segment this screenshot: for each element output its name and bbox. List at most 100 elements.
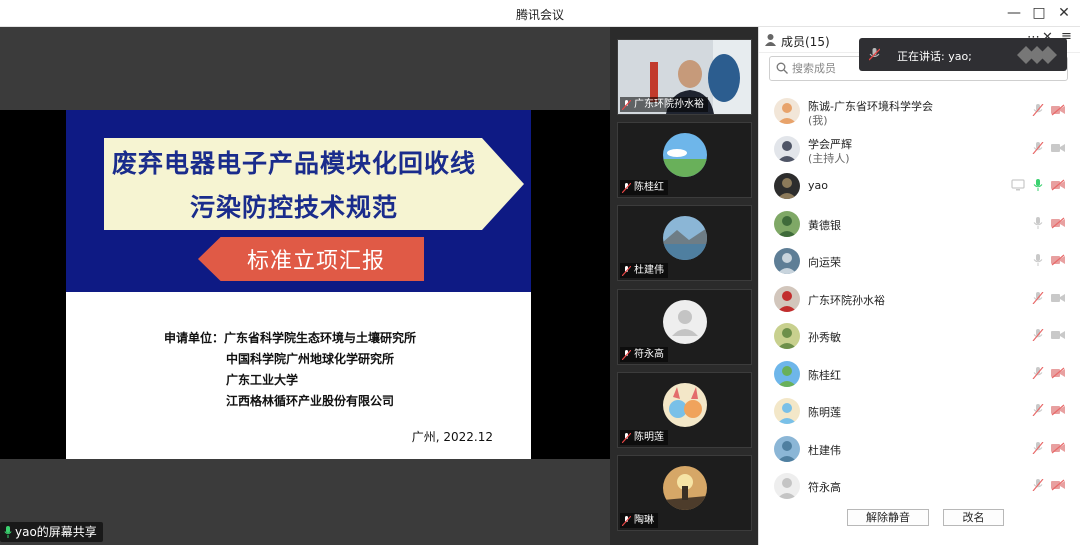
member-row[interactable]: 孙秀敏 (759, 317, 1080, 353)
search-icon (776, 62, 788, 74)
mic-muted-icon[interactable] (1031, 329, 1045, 341)
camera-off-icon[interactable] (1051, 179, 1065, 191)
maximize-icon[interactable]: □ (1029, 4, 1049, 22)
thumbnail-label: 陈桂红 (620, 180, 668, 195)
speaking-text: 正在讲话: yao; (897, 50, 972, 63)
applicant-item: 江西格林循环产业股份有限公司 (226, 394, 395, 408)
thumbnail-name: 陶琳 (634, 515, 654, 526)
member-name: 孙秀敏 (808, 331, 841, 344)
thumbnail-name: 符永高 (634, 349, 664, 360)
mic-muted-icon[interactable] (1031, 441, 1045, 454)
thumbnail-name: 杜建伟 (634, 265, 664, 276)
member-name: 陈明莲 (808, 406, 841, 419)
thumbnail-name: 陈明莲 (634, 432, 664, 443)
avatar (663, 383, 707, 427)
member-name: 向运荣 (808, 256, 841, 269)
thumbnail-name: 广东环院孙水裕 (634, 99, 704, 110)
rename-button[interactable]: 改名 (943, 509, 1004, 526)
avatar (774, 398, 800, 424)
avatar (774, 248, 800, 274)
camera-icon[interactable] (1051, 329, 1065, 341)
applicant-item: 广东省科学院生态环境与土壤研究所 (224, 331, 417, 345)
mic-muted-icon[interactable] (1031, 141, 1045, 154)
close-icon[interactable]: ✕ (1054, 4, 1074, 22)
applicant-list: 申请单位：广东省科学院生态环境与土壤研究所 中国科学院广州地球化学研究所 广东工… (164, 328, 416, 412)
member-row[interactable]: 符永高 (759, 467, 1080, 503)
avatar (774, 473, 800, 499)
member-name: 黄德银 (808, 218, 841, 232)
member-role: (主持人) (808, 151, 850, 165)
microphone-icon[interactable] (1031, 216, 1045, 229)
camera-off-icon[interactable] (1051, 217, 1065, 229)
thumbnail-name: 陈桂红 (634, 182, 664, 193)
camera-off-icon[interactable] (1051, 442, 1065, 454)
member-row[interactable]: 陈诚-广东省环境科学学会 (我) (759, 92, 1080, 128)
avatar (663, 216, 707, 260)
member-row[interactable]: 黄德银 (759, 205, 1080, 241)
person-icon (765, 34, 776, 46)
video-thumbnail[interactable]: 陈明莲 (617, 372, 752, 448)
mic-muted-icon[interactable] (1031, 291, 1045, 304)
avatar (774, 135, 800, 162)
member-row[interactable]: 广东环院孙水裕 (759, 280, 1080, 316)
member-row[interactable]: 陈明莲 (759, 392, 1080, 428)
unmute-button[interactable]: 解除静音 (847, 509, 929, 526)
member-row[interactable]: yao (759, 167, 1080, 203)
video-thumbnail[interactable]: 陶琳 (617, 455, 752, 531)
thumbnail-label: 广东环院孙水裕 (620, 97, 708, 112)
members-title: 成员(15) (781, 35, 830, 49)
video-mosaic-icon (1017, 46, 1057, 64)
member-name: yao (808, 179, 828, 192)
video-thumbnail[interactable]: 广东环院孙水裕 (617, 39, 752, 115)
mic-muted-icon[interactable] (1031, 366, 1045, 379)
screen-share-icon (1011, 179, 1025, 191)
member-row[interactable]: 杜建伟 (759, 430, 1080, 466)
screen-share-badge: yao的屏幕共享 (0, 522, 103, 542)
slide-date: 广州, 2022.12 (411, 430, 493, 444)
camera-off-icon[interactable] (1051, 404, 1065, 416)
member-role: (我) (808, 114, 828, 127)
mic-muted-icon (869, 48, 880, 61)
avatar (774, 173, 800, 199)
applicant-label: 申请单位： (164, 331, 225, 345)
minimize-icon[interactable]: — (1004, 4, 1024, 22)
member-row[interactable]: 向运荣 (759, 242, 1080, 278)
mic-muted-icon[interactable] (1031, 404, 1045, 416)
slide-subtitle: 标准立项汇报 (246, 249, 385, 274)
speaking-indicator: 正在讲话: yao; (859, 38, 1067, 71)
presentation-slide: 废弃电器电子产品模块化回收线 污染防控技术规范 标准立项汇报 申请单位：广东省科… (66, 110, 531, 459)
camera-off-icon[interactable] (1051, 254, 1065, 266)
video-thumbnail-column[interactable]: 广东环院孙水裕 陈桂红 杜建伟 符永高 陈明莲 陶琳 (610, 27, 758, 545)
thumbnail-label: 陈明莲 (620, 430, 668, 445)
avatar (774, 98, 800, 124)
member-name: 杜建伟 (808, 443, 841, 457)
thumbnail-label: 符永高 (620, 347, 668, 362)
camera-icon[interactable] (1051, 292, 1065, 304)
microphone-icon[interactable] (1031, 254, 1045, 266)
avatar (663, 133, 707, 177)
member-row[interactable]: 陈桂红 (759, 355, 1080, 391)
shared-screen-area[interactable]: 废弃电器电子产品模块化回收线 污染防控技术规范 标准立项汇报 申请单位：广东省科… (0, 27, 610, 545)
avatar (774, 360, 800, 387)
mic-muted-icon[interactable] (1031, 479, 1045, 491)
members-panel: 成员(15) ⋯ ✕ ≡ 陈诚-广东省环境科学学会(我)学会严辉(主持人)yao… (758, 27, 1080, 545)
video-thumbnail[interactable]: 符永高 (617, 289, 752, 365)
avatar (774, 323, 800, 349)
slide-title-line2: 污染防控技术规范 (189, 193, 398, 222)
avatar (774, 210, 800, 237)
video-thumbnail[interactable]: 杜建伟 (617, 205, 752, 281)
video-thumbnail[interactable]: 陈桂红 (617, 122, 752, 198)
camera-off-icon[interactable] (1051, 367, 1065, 379)
member-row[interactable]: 学会严辉 (主持人) (759, 130, 1080, 166)
mic-active-icon[interactable] (1031, 179, 1045, 191)
thumbnail-label: 杜建伟 (620, 263, 668, 278)
camera-off-icon[interactable] (1051, 479, 1065, 491)
camera-icon[interactable] (1051, 142, 1065, 154)
member-name: 广东环院孙水裕 (808, 293, 885, 307)
window-title: 腾讯会议 (515, 8, 564, 22)
camera-off-icon[interactable] (1051, 104, 1065, 116)
mic-muted-icon (622, 99, 631, 110)
thumbnail-label: 陶琳 (620, 513, 658, 528)
mic-muted-icon[interactable] (1031, 104, 1045, 116)
mic-muted-icon (622, 349, 631, 360)
